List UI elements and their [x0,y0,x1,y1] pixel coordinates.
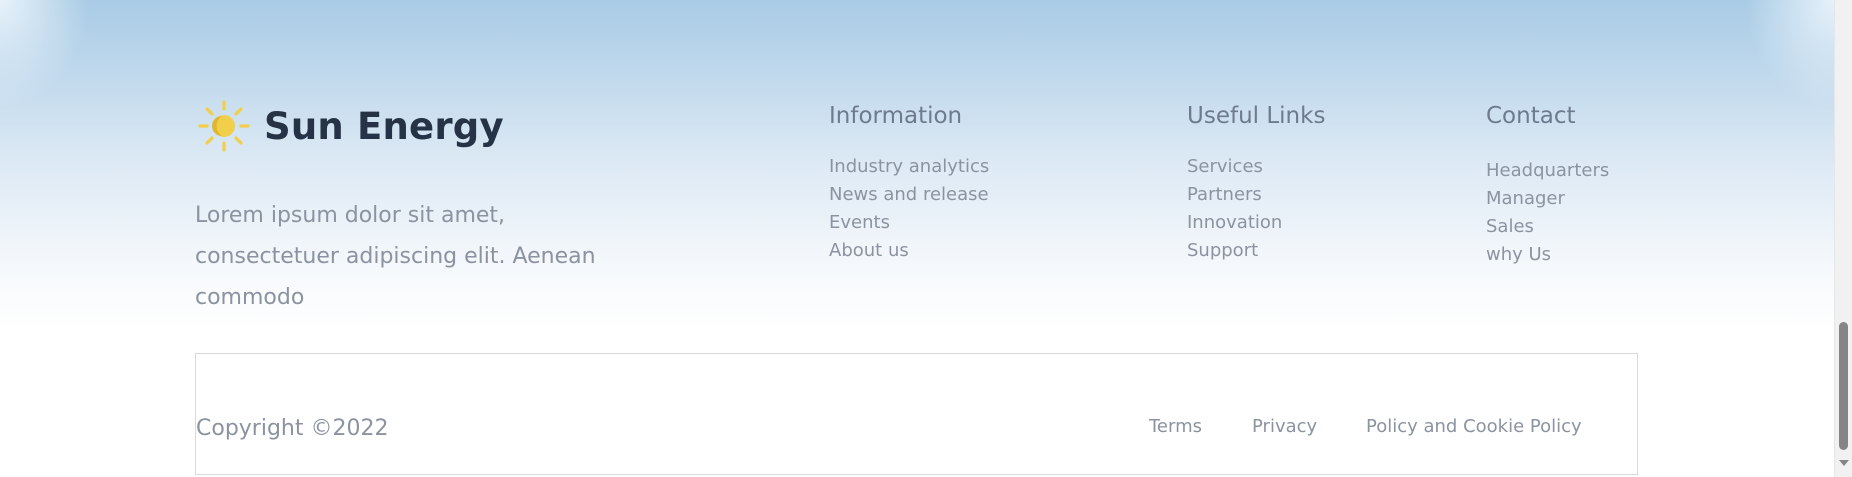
information-list: Industry analytics News and release Even… [829,153,989,265]
link-support[interactable]: Support [1187,240,1258,261]
useful-links-list: Services Partners Innovation Support [1187,153,1325,265]
link-industry-analytics[interactable]: Industry analytics [829,156,989,177]
link-events[interactable]: Events [829,212,890,233]
link-about-us[interactable]: About us [829,240,909,261]
corner-fade-right [1744,0,1834,110]
link-sales[interactable]: Sales [1486,216,1534,237]
list-item: News and release [829,181,989,209]
useful-links-column: Useful Links Services Partners Innovatio… [1187,103,1325,265]
footer-section: Sun Energy Lorem ipsum dolor sit amet, c… [0,0,1834,477]
terms-link[interactable]: Terms [1149,416,1202,437]
information-column: Information Industry analytics News and … [829,103,989,265]
link-manager[interactable]: Manager [1486,188,1565,209]
list-item: Sales [1486,213,1609,241]
cookie-policy-link[interactable]: Policy and Cookie Policy [1366,416,1582,437]
page-scrollbar[interactable] [1834,0,1852,477]
scrollbar-thumb[interactable] [1839,322,1848,450]
information-heading: Information [829,103,963,129]
list-item: Services [1187,153,1325,181]
brand-name: Sun Energy [264,104,504,148]
privacy-link[interactable]: Privacy [1252,416,1317,437]
copyright-bar: Copyright ©2022 Terms Privacy Policy and… [195,353,1638,475]
scroll-down-arrow-icon[interactable] [1839,460,1849,466]
link-news-and-release[interactable]: News and release [829,184,989,205]
list-item: Industry analytics [829,153,989,181]
list-item: why Us [1486,241,1609,269]
brand-description: Lorem ipsum dolor sit amet, consectetuer… [195,203,596,310]
link-why-us[interactable]: why Us [1486,244,1551,265]
list-item: Headquarters [1486,157,1609,185]
brand-logo[interactable]: Sun Energy [196,98,504,154]
contact-list: Headquarters Manager Sales why Us [1486,157,1609,269]
link-services[interactable]: Services [1187,156,1263,177]
list-item: Manager [1486,185,1609,213]
contact-heading: Contact [1486,103,1576,129]
list-item: Innovation [1187,209,1325,237]
list-item: Support [1187,237,1325,265]
copyright-text: Copyright ©2022 [196,416,389,441]
sun-icon [198,100,250,152]
link-headquarters[interactable]: Headquarters [1486,160,1609,181]
list-item: Partners [1187,181,1325,209]
corner-fade-left [0,0,90,110]
link-partners[interactable]: Partners [1187,184,1262,205]
list-item: Events [829,209,989,237]
link-innovation[interactable]: Innovation [1187,212,1282,233]
contact-column: Contact Headquarters Manager Sales why U… [1486,103,1609,269]
useful-links-heading: Useful Links [1187,103,1326,129]
list-item: About us [829,237,989,265]
